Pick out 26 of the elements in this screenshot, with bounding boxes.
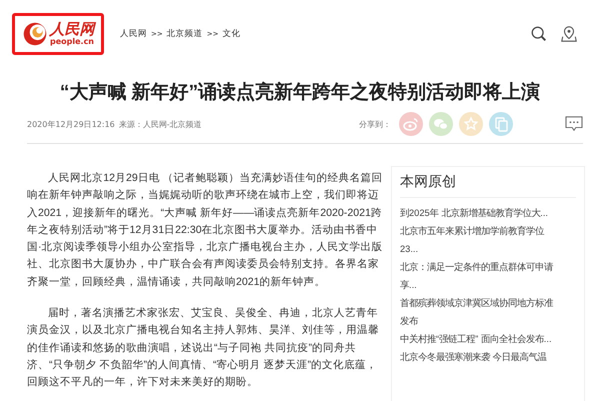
logo[interactable]: 人民网 people.cn	[12, 13, 104, 55]
news-link[interactable]: 中关村推“强链工程” 面向全社会发布...	[400, 330, 560, 348]
comment-icon[interactable]	[565, 116, 583, 132]
news-link[interactable]: 北京市五年来累计增加学前教育学位23...	[400, 222, 560, 258]
publish-date: 2020年12月29日12:16	[27, 118, 115, 130]
copy-icon[interactable]	[489, 112, 513, 136]
logo-name: 人民网	[50, 22, 94, 38]
location-pin-icon[interactable]	[560, 25, 578, 43]
logo-domain: people.cn	[50, 38, 94, 46]
news-link[interactable]: 到2025年 北京新增基础教育学位大...	[400, 204, 560, 222]
article-paragraph: 届时，著名演播艺术家张宏、艾宝良、吴俊全、冉迪，北京人艺青年演员金汉，以及北京广播电视台知名主持人郭炜、昊洋、刘佳等，用温馨的佳作诵读和悠扬的歌曲演唱，述说出“与子同袍 共同抗疫”的同舟共济、“只争朝夕 不负韶华”的人间真情、“寄心明月 逐梦天涯”的文化底蕴，回顾这不平凡的一年，许下对未来美好的期盼。	[27, 306, 380, 390]
article-source: 来源：人民网-北京频道	[118, 118, 202, 130]
sidebar-title: 本网原创	[400, 173, 576, 198]
breadcrumb-link[interactable]: 人民网	[120, 28, 147, 40]
search-icon[interactable]	[530, 25, 548, 43]
news-link[interactable]: 北京：满足一定条件的重点群体可申请享...	[400, 258, 560, 294]
news-link[interactable]: 北京今冬最强寒潮来袭 今日最高气温	[400, 348, 560, 366]
news-link[interactable]: 首都殡葬领域京津冀区域协同地方标准发布	[400, 294, 560, 330]
article-paragraph: 人民网北京12月29日电 （记者鲍聪颖）当充满妙语佳句的经典名篇回响在新年钟声敲响之际，当娓娓动听的歌声环绕在城市上空，我们即将迈入2021，迎接新年的曙光。“大声喊 新年好——诵读点亮新年2020-2021跨年之夜特别活动”将于12月31日22:30在北京图书大厦举办。活动由书香中国·北京阅读季领导小组办公室指导，北京广播电视台主办，人民文学出版社、北京图书大厦协办，中广联合会有声阅读委员会特别支持。各界名家齐聚一堂，回顾经典，温情诵读，共同敲响2021的新年钟声。	[27, 171, 384, 290]
share-label: 分享到：	[359, 118, 391, 130]
chat-share-icon[interactable]	[429, 112, 453, 136]
swirl-logo-icon	[22, 21, 48, 47]
article-title: “大声喊 新年好”诵读点亮新年跨年之夜特别活动即将上演	[58, 80, 542, 105]
breadcrumb-link[interactable]: 北京频道	[166, 28, 203, 40]
star-share-icon[interactable]	[459, 112, 483, 136]
breadcrumb-link[interactable]: 文化	[222, 28, 240, 40]
